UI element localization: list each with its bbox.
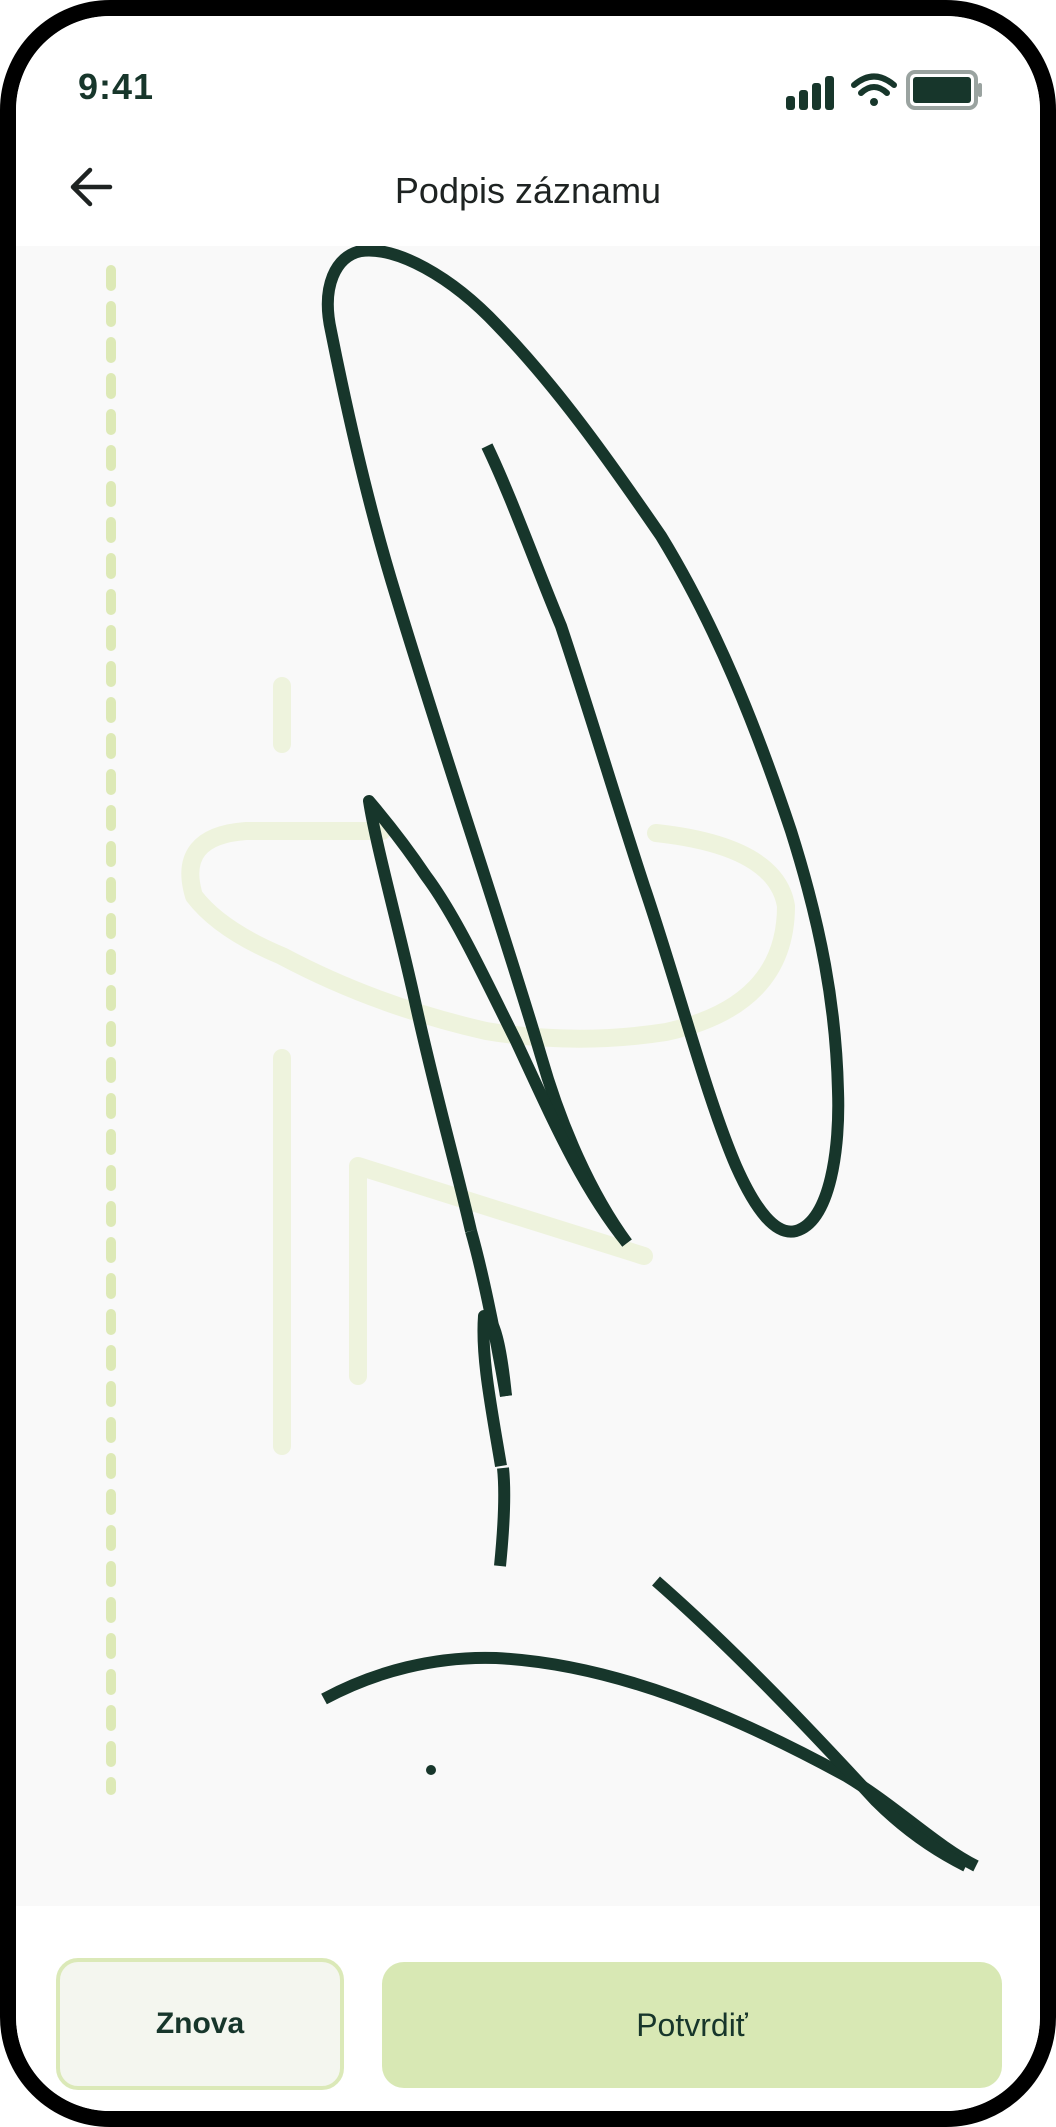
status-icons bbox=[786, 70, 982, 110]
signature-canvas[interactable] bbox=[16, 246, 1040, 1906]
signature-pad[interactable] bbox=[16, 246, 1040, 1906]
navigation-bar: Podpis záznamu bbox=[16, 126, 1040, 246]
confirm-button[interactable]: Potvrdiť bbox=[382, 1962, 1002, 2088]
screen: 9:41 Podpis záznamu Znova Potvrdiť bbox=[16, 16, 1040, 2111]
status-bar: 9:41 bbox=[16, 16, 1040, 126]
battery-icon bbox=[906, 70, 982, 110]
phone-frame: 9:41 Podpis záznamu Znova Potvrdiť bbox=[0, 0, 1056, 2127]
retry-button[interactable]: Znova bbox=[56, 1958, 344, 2090]
page-title: Podpis záznamu bbox=[394, 170, 662, 211]
status-time: 9:41 bbox=[78, 66, 155, 107]
signal-icon bbox=[786, 76, 834, 110]
signature-strokes bbox=[321, 246, 979, 1872]
wifi-icon bbox=[851, 73, 897, 106]
action-bar: Znova Potvrdiť bbox=[16, 1936, 1040, 2090]
